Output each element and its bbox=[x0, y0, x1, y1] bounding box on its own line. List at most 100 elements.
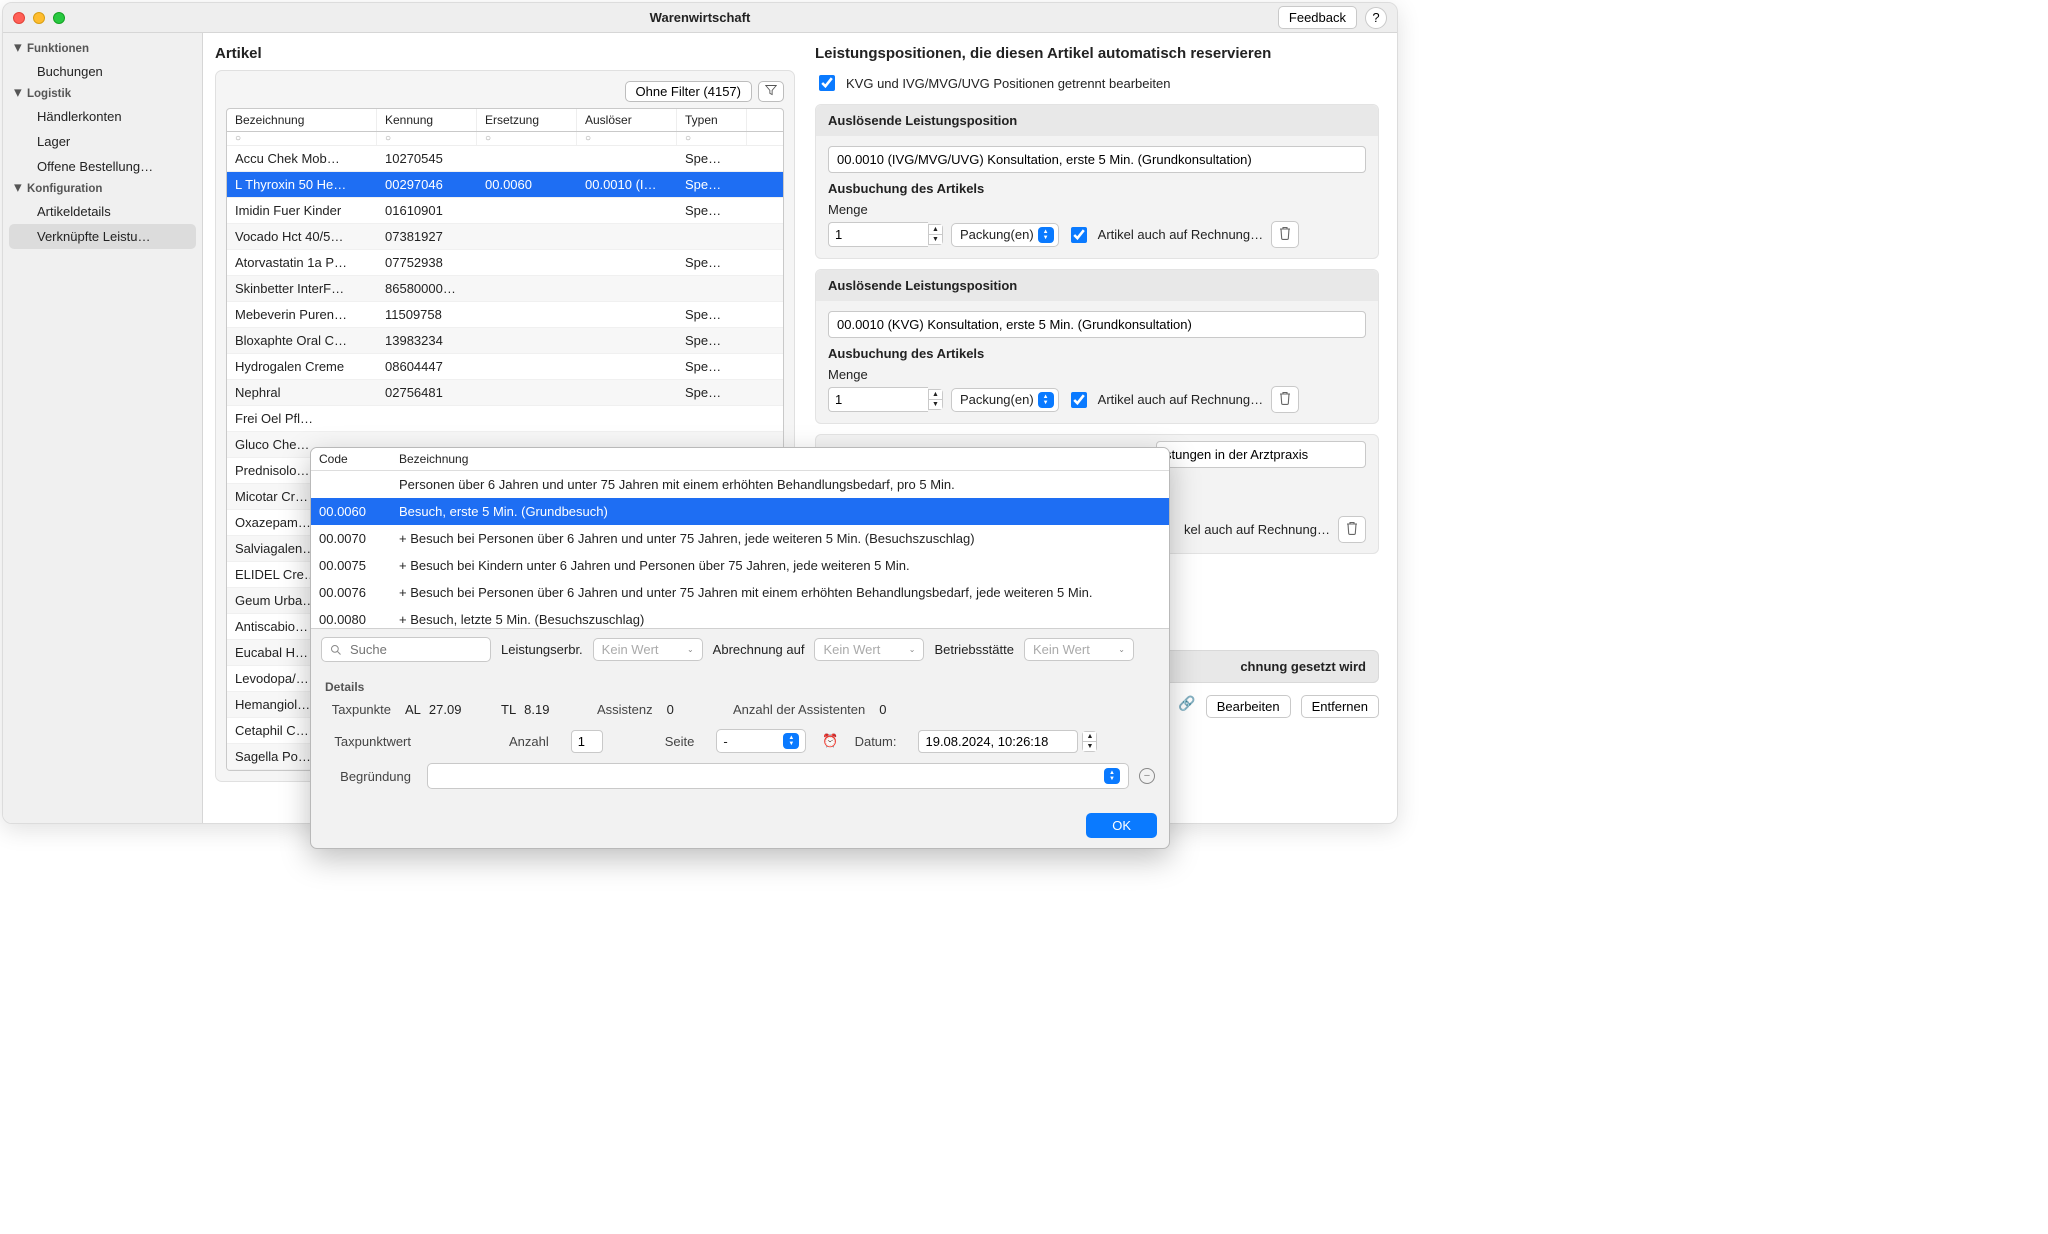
filter-betriebsstaette-label: Betriebsstätte bbox=[934, 642, 1014, 657]
edit-button[interactable]: Bearbeiten bbox=[1206, 695, 1291, 718]
table-cell bbox=[577, 198, 677, 223]
qty-input[interactable] bbox=[828, 222, 928, 247]
filter-icon-button[interactable] bbox=[758, 81, 784, 102]
table-row[interactable]: Imidin Fuer Kinder01610901Spe… bbox=[227, 198, 783, 224]
search-input-wrap[interactable] bbox=[321, 637, 491, 662]
sidebar-item-offene-bestellungen[interactable]: Offene Bestellung… bbox=[3, 154, 202, 179]
sidebar-item-artikeldetails[interactable]: Artikeldetails bbox=[3, 199, 202, 224]
seite-select[interactable]: - ▲▼ bbox=[716, 729, 806, 753]
ok-button[interactable]: OK bbox=[1086, 813, 1157, 838]
col-ersetzung[interactable]: Ersetzung bbox=[477, 109, 577, 131]
delete-trigger-button[interactable] bbox=[1271, 221, 1299, 248]
sidebar-item-buchungen[interactable]: Buchungen bbox=[3, 59, 202, 84]
unit-select[interactable]: Packung(en)▲▼ bbox=[951, 388, 1059, 412]
remove-button[interactable]: Entfernen bbox=[1301, 695, 1379, 718]
chevron-down-icon: ▶ bbox=[13, 185, 24, 195]
table-row[interactable]: Accu Chek Mob…10270545Spe… bbox=[227, 146, 783, 172]
collapse-label: chnung gesetzt wird bbox=[1240, 659, 1366, 674]
col-kennung[interactable]: Kennung bbox=[377, 109, 477, 131]
sidebar-group-konfiguration[interactable]: ▶Konfiguration bbox=[3, 179, 202, 199]
unit-select[interactable]: Packung(en)▲▼ bbox=[951, 223, 1059, 247]
table-cell: Spe… bbox=[677, 172, 747, 197]
filter-leistungserbr-select[interactable]: Kein Wert⌄ bbox=[593, 638, 703, 661]
trigger-value-input[interactable] bbox=[828, 311, 1366, 338]
col-bezeichnung[interactable]: Bezeichnung bbox=[391, 448, 1169, 470]
on-invoice-label: Artikel auch auf Rechnung… bbox=[1098, 392, 1263, 407]
sidebar-item-verknuepfte-leistungen[interactable]: Verknüpfte Leistu… bbox=[9, 224, 196, 249]
col-typen[interactable]: Typen bbox=[677, 109, 747, 131]
tl-value: 8.19 bbox=[524, 702, 549, 717]
table-cell bbox=[577, 302, 677, 327]
table-row[interactable]: Mebeverin Puren…11509758Spe… bbox=[227, 302, 783, 328]
table-cell bbox=[577, 354, 677, 379]
table-cell: Hydrogalen Creme bbox=[227, 354, 377, 379]
col-code[interactable]: Code bbox=[311, 448, 391, 470]
taxpunkte-label: Taxpunkte bbox=[325, 702, 397, 717]
table-cell: 11509758 bbox=[377, 302, 477, 327]
close-window-icon[interactable] bbox=[13, 12, 25, 24]
minimize-window-icon[interactable] bbox=[33, 12, 45, 24]
sidebar-item-lager[interactable]: Lager bbox=[3, 129, 202, 154]
trigger-input-partial[interactable] bbox=[1156, 441, 1366, 468]
service-desc: + Besuch bei Personen über 6 Jahren und … bbox=[391, 582, 1169, 603]
trigger-value-input[interactable] bbox=[828, 146, 1366, 173]
delete-trigger-button-partial[interactable] bbox=[1338, 516, 1366, 543]
datum-input[interactable] bbox=[918, 730, 1078, 753]
search-input[interactable] bbox=[348, 641, 468, 658]
table-cell: 00.0060 bbox=[477, 172, 577, 197]
table-cell: L Thyroxin 50 He… bbox=[227, 172, 377, 197]
sidebar-group-funktionen[interactable]: ▶Funktionen bbox=[3, 39, 202, 59]
sidebar-item-haendlerkonten[interactable]: Händlerkonten bbox=[3, 104, 202, 129]
table-row[interactable]: Atorvastatin 1a P…07752938Spe… bbox=[227, 250, 783, 276]
table-cell bbox=[677, 406, 747, 431]
table-cell bbox=[477, 276, 577, 301]
zoom-window-icon[interactable] bbox=[53, 12, 65, 24]
table-cell bbox=[477, 354, 577, 379]
service-row[interactable]: 00.0060Besuch, erste 5 Min. (Grundbesuch… bbox=[311, 498, 1169, 525]
filter-betriebsstaette-select[interactable]: Kein Wert⌄ bbox=[1024, 638, 1134, 661]
feedback-button[interactable]: Feedback bbox=[1278, 6, 1357, 29]
table-row[interactable]: Bloxaphte Oral C…13983234Spe… bbox=[227, 328, 783, 354]
col-ausloeser[interactable]: Auslöser bbox=[577, 109, 677, 131]
table-row[interactable]: L Thyroxin 50 He…0029704600.006000.0010 … bbox=[227, 172, 783, 198]
table-cell: Skinbetter InterF… bbox=[227, 276, 377, 301]
service-row[interactable]: 00.0070+ Besuch bei Personen über 6 Jahr… bbox=[311, 525, 1169, 552]
table-row[interactable]: Hydrogalen Creme08604447Spe… bbox=[227, 354, 783, 380]
remove-reason-icon[interactable]: − bbox=[1139, 768, 1155, 784]
table-cell: Mebeverin Puren… bbox=[227, 302, 377, 327]
begruendung-select[interactable]: ▲▼ bbox=[427, 763, 1129, 789]
table-row[interactable]: Skinbetter InterF…86580000… bbox=[227, 276, 783, 302]
sidebar: ▶Funktionen Buchungen ▶Logistik Händlerk… bbox=[3, 33, 203, 823]
qty-stepper[interactable]: ▲▼ bbox=[928, 389, 943, 410]
trigger-head: Auslösende Leistungsposition bbox=[816, 270, 1378, 301]
help-button[interactable]: ? bbox=[1365, 7, 1387, 29]
service-row[interactable]: Personen über 6 Jahren und unter 75 Jahr… bbox=[311, 471, 1169, 498]
table-row[interactable]: Frei Oel Pfl… bbox=[227, 406, 783, 432]
service-row[interactable]: 00.0076+ Besuch bei Personen über 6 Jahr… bbox=[311, 579, 1169, 606]
filter-button[interactable]: Ohne Filter (4157) bbox=[625, 81, 753, 102]
service-code: 00.0070 bbox=[311, 528, 391, 549]
tl-label: TL bbox=[501, 702, 516, 717]
anzahl-input[interactable] bbox=[571, 730, 603, 753]
titlebar: Warenwirtschaft Feedback ? bbox=[3, 3, 1397, 33]
service-row[interactable]: 00.0075+ Besuch bei Kindern unter 6 Jahr… bbox=[311, 552, 1169, 579]
delete-trigger-button[interactable] bbox=[1271, 386, 1299, 413]
split-positions-checkbox[interactable] bbox=[819, 75, 835, 91]
book-head: Ausbuchung des Artikels bbox=[828, 181, 1366, 196]
table-row[interactable]: Nephral02756481Spe… bbox=[227, 380, 783, 406]
qty-stepper[interactable]: ▲▼ bbox=[928, 224, 943, 245]
service-code: 00.0076 bbox=[311, 582, 391, 603]
qty-input[interactable] bbox=[828, 387, 928, 412]
table-row[interactable]: Vocado Hct 40/5…07381927 bbox=[227, 224, 783, 250]
on-invoice-checkbox[interactable] bbox=[1071, 392, 1087, 408]
link-icon: 🔗 bbox=[1178, 695, 1195, 718]
service-row[interactable]: 00.0080+ Besuch, letzte 5 Min. (Besuchsz… bbox=[311, 606, 1169, 628]
on-invoice-checkbox[interactable] bbox=[1071, 227, 1087, 243]
window-controls bbox=[13, 12, 65, 24]
sidebar-group-logistik[interactable]: ▶Logistik bbox=[3, 84, 202, 104]
table-cell: Vocado Hct 40/5… bbox=[227, 224, 377, 249]
col-bezeichnung[interactable]: Bezeichnung bbox=[227, 109, 377, 131]
filter-abrechnung-select[interactable]: Kein Wert⌄ bbox=[814, 638, 924, 661]
table-cell: Frei Oel Pfl… bbox=[227, 406, 377, 431]
datum-stepper[interactable]: ▲▼ bbox=[1082, 731, 1097, 752]
